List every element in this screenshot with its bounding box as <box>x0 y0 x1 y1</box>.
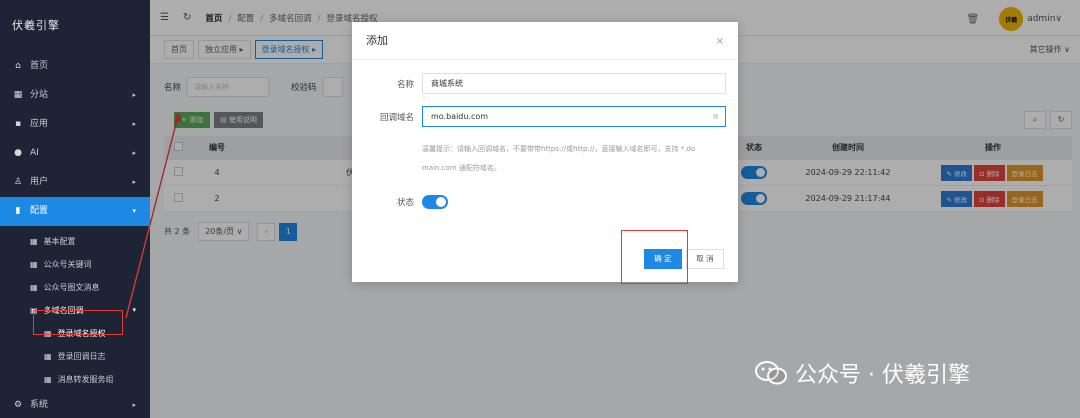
user-icon: ♙ <box>13 177 23 187</box>
sidebar-item-substations[interactable]: ▦ 分站 ▸ <box>0 81 150 110</box>
sidebar: 伏羲引擎 ⌂ 首页 ▦ 分站 ▸ ▪ 应用 ▸ ● AI ▸ ♙ 用户 ▸ ▮ … <box>0 0 150 418</box>
sidebar-item-ai[interactable]: ● AI ▸ <box>0 139 150 168</box>
domain-input[interactable]: mo.baidu.com ⊗ <box>422 106 726 127</box>
sidebar-item-label: AI <box>30 148 39 158</box>
sidebar-item-users[interactable]: ♙ 用户 ▸ <box>0 168 150 197</box>
sidebar-item-label: 配置 <box>30 206 49 216</box>
domain-input-value: mo.baidu.com <box>431 112 489 121</box>
sidebar-item-apps[interactable]: ▪ 应用 ▸ <box>0 110 150 139</box>
domain-hint-line: main.com 通配符域名。 <box>422 164 501 172</box>
sidebar-subitem-label: 公众号图文消息 <box>43 283 100 292</box>
annotation-highlight-box <box>33 310 123 335</box>
status-label: 状态 <box>396 198 414 208</box>
sidebar-subitem-keywords[interactable]: ▦ 公众号关键词 <box>0 253 150 276</box>
brand-title: 伏羲引擎 <box>12 19 60 32</box>
sidebar-item-home[interactable]: ⌂ 首页 <box>0 52 150 81</box>
chevron-down-icon: ▾ <box>132 207 136 215</box>
sidebar-item-label: 系统 <box>30 400 49 410</box>
ai-icon: ● <box>14 148 22 158</box>
wechat-icon <box>755 361 787 385</box>
sidebar-subitem-label: 基本配置 <box>43 237 76 246</box>
sidebar-subitem-label: 公众号关键词 <box>43 260 92 269</box>
dialog-title: 添加 <box>352 22 738 60</box>
sidebar-item-system[interactable]: ⚙ 系统 ▸ <box>0 391 150 418</box>
sidebar-subitem-label: 消息转发服务组 <box>57 375 114 384</box>
domain-hint-line: 温馨提示：请输入回调域名，不要带带https://或http://，直接输入域名… <box>422 145 696 153</box>
gear-icon: ⚙ <box>13 400 23 410</box>
sidebar-subitem-label: 登录回调日志 <box>57 352 106 361</box>
chevron-down-icon: ▾ <box>132 306 136 314</box>
status-toggle[interactable] <box>422 195 448 209</box>
annotation-confirm-highlight <box>621 230 688 284</box>
watermark-text: 公众号 · 伏羲引擎 <box>795 363 970 388</box>
form-row-domain: 回调域名 mo.baidu.com ⊗ <box>352 106 726 127</box>
cancel-button[interactable]: 取 消 <box>686 249 724 269</box>
sidebar-item-label: 首页 <box>30 61 49 71</box>
sidebar-subitem-msg-forward[interactable]: ▦ 消息转发服务组 <box>0 368 150 391</box>
form-row-name: 名称 商城系统 <box>352 73 726 94</box>
form-row-status: 状态 <box>352 195 448 209</box>
sidebar-item-config[interactable]: ▮ 配置 ▾ <box>0 197 150 226</box>
chart-icon: ▮ <box>15 206 21 216</box>
sidebar-subitem-basic-config[interactable]: ▦ 基本配置 <box>0 230 150 253</box>
chevron-right-icon: ▸ <box>132 91 136 99</box>
sidebar-item-label: 分站 <box>30 90 49 100</box>
clear-icon[interactable]: ⊗ <box>712 107 719 126</box>
sidebar-subitem-articles[interactable]: ▦ 公众号图文消息 <box>0 276 150 299</box>
domain-hint: 温馨提示：请输入回调域名，不要带带https://或http://，直接输入域名… <box>422 140 730 178</box>
tiles-icon: ▦ <box>30 237 38 246</box>
tiles-icon: ▦ <box>44 352 52 361</box>
apps-icon: ▪ <box>14 119 22 129</box>
home-icon: ⌂ <box>15 61 21 71</box>
chevron-right-icon: ▸ <box>132 149 136 157</box>
sidebar-subitem-callback-log[interactable]: ▦ 登录回调日志 <box>0 345 150 368</box>
tiles-icon: ▦ <box>30 260 38 269</box>
name-label: 名称 <box>396 79 414 90</box>
tiles-icon: ▦ <box>44 375 52 384</box>
chevron-right-icon: ▸ <box>132 120 136 128</box>
grid-icon: ▦ <box>13 90 23 100</box>
name-input[interactable]: 商城系统 <box>422 73 726 94</box>
sidebar-item-label: 用户 <box>30 177 49 187</box>
close-icon[interactable]: × <box>716 36 724 47</box>
chevron-right-icon: ▸ <box>132 401 136 409</box>
sidebar-item-label: 应用 <box>30 119 49 129</box>
chevron-right-icon: ▸ <box>132 178 136 186</box>
domain-label: 回调域名 <box>379 112 414 123</box>
tiles-icon: ▦ <box>30 283 38 292</box>
watermark: 公众号 · 伏羲引擎 <box>755 357 970 389</box>
